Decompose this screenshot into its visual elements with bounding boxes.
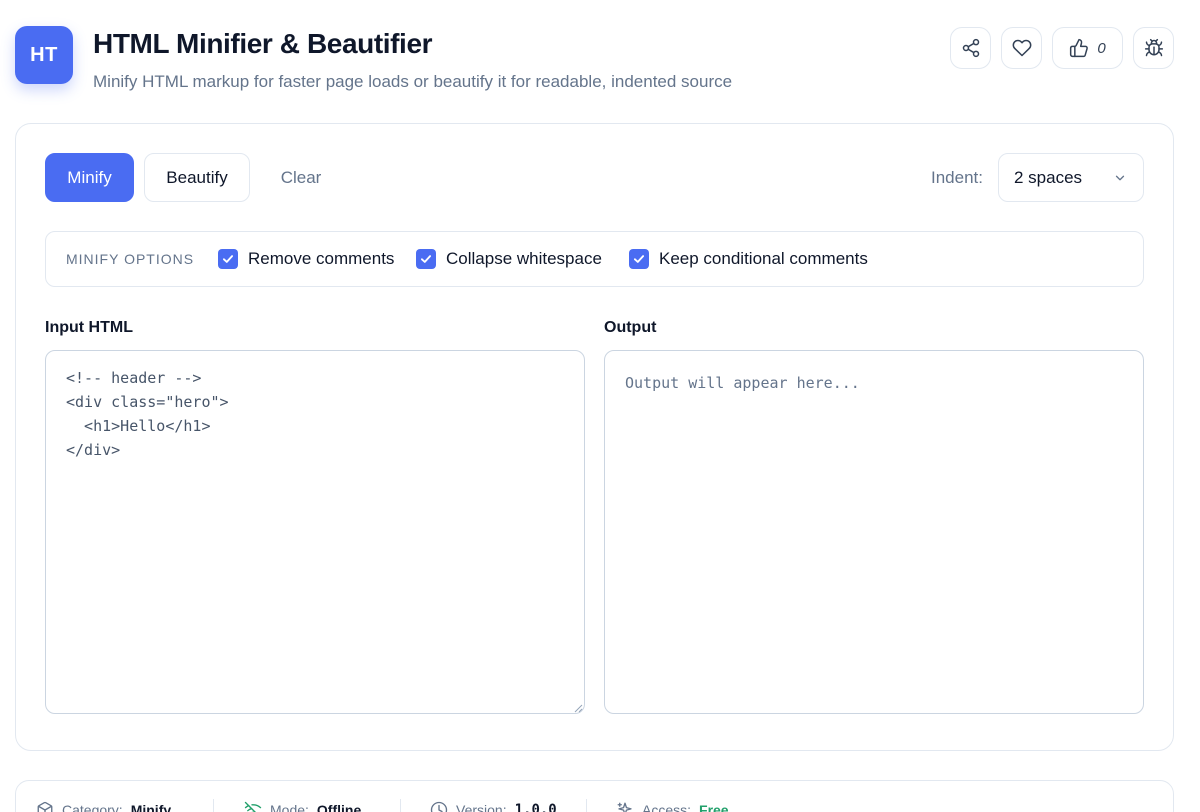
- page-title: HTML Minifier & Beautifier: [93, 28, 433, 59]
- tool-card: Minify Beautify Clear Indent: 2 spaces M…: [15, 123, 1174, 751]
- minify-options-title: MINIFY OPTIONS: [66, 251, 195, 267]
- checkbox-checked[interactable]: [629, 249, 649, 269]
- divider: [400, 799, 401, 812]
- option-collapse-whitespace[interactable]: Collapse whitespace: [416, 249, 602, 269]
- indent-select[interactable]: 2 spaces: [998, 153, 1144, 202]
- minify-options-panel: MINIFY OPTIONS Remove comments Collapse …: [45, 231, 1144, 287]
- bug-icon: [1144, 38, 1163, 57]
- meta-category: Category: Minify: [36, 801, 171, 812]
- output-textarea[interactable]: Output will appear here...: [604, 350, 1144, 714]
- chevron-down-icon: [1115, 175, 1125, 181]
- meta-version-value: 1.0.0: [514, 802, 557, 812]
- report-bug-button[interactable]: [1133, 27, 1174, 69]
- sparkle-icon: [617, 802, 632, 812]
- meta-footer: Category: Minify Mode: Offline Version: …: [15, 780, 1174, 812]
- like-count: 0: [1097, 39, 1106, 57]
- meta-mode-label: Mode:: [270, 802, 309, 812]
- thumbs-up-icon: [1070, 38, 1089, 58]
- divider: [213, 799, 214, 812]
- box-icon: [37, 801, 53, 812]
- page-subtitle: Minify HTML markup for faster page loads…: [93, 72, 733, 91]
- app-logo: HT: [15, 26, 73, 84]
- share-button[interactable]: [950, 27, 991, 69]
- input-label: Input HTML: [45, 319, 133, 336]
- option-keep-conditional-comments[interactable]: Keep conditional comments: [629, 249, 868, 269]
- favorite-button[interactable]: [1001, 27, 1042, 69]
- divider: [586, 799, 587, 812]
- indent-label: Indent:: [931, 168, 983, 187]
- check-icon: [420, 255, 432, 263]
- checkbox-checked[interactable]: [218, 249, 238, 269]
- meta-mode-value: Offline: [316, 802, 362, 812]
- option-remove-comments[interactable]: Remove comments: [218, 249, 394, 269]
- indent-select-value: 2 spaces: [1014, 167, 1083, 187]
- heart-icon: [1012, 39, 1031, 57]
- clear-button[interactable]: Clear: [264, 153, 338, 202]
- output-label: Output: [604, 319, 657, 336]
- meta-mode: Mode: Offline: [244, 801, 361, 812]
- meta-version-label: Version:: [456, 802, 507, 812]
- page: HT HTML Minifier & Beautifier Minify HTM…: [0, 0, 1200, 812]
- minify-button[interactable]: Minify: [45, 153, 134, 202]
- wifi-off-icon: [244, 801, 262, 812]
- option-label: Remove comments: [248, 249, 395, 268]
- beautify-button[interactable]: Beautify: [144, 153, 250, 202]
- clock-icon: [430, 801, 448, 812]
- meta-access-value: Free: [699, 802, 729, 812]
- meta-version: Version: 1.0.0: [430, 801, 557, 812]
- share-icon: [962, 38, 979, 58]
- resize-grip-icon[interactable]: [573, 703, 583, 713]
- meta-access: Access: Free: [616, 801, 729, 812]
- option-label: Collapse whitespace: [446, 249, 602, 268]
- meta-category-label: Category:: [62, 802, 123, 812]
- option-label: Keep conditional comments: [659, 249, 868, 268]
- meta-category-value: Minify: [130, 802, 172, 812]
- like-button[interactable]: 0: [1052, 27, 1123, 69]
- check-icon: [633, 255, 645, 263]
- input-textarea[interactable]: <!-- header --> <div class="hero"> <h1>H…: [45, 350, 585, 714]
- meta-access-label: Access:: [642, 802, 692, 812]
- checkbox-checked[interactable]: [416, 249, 436, 269]
- check-icon: [222, 255, 234, 263]
